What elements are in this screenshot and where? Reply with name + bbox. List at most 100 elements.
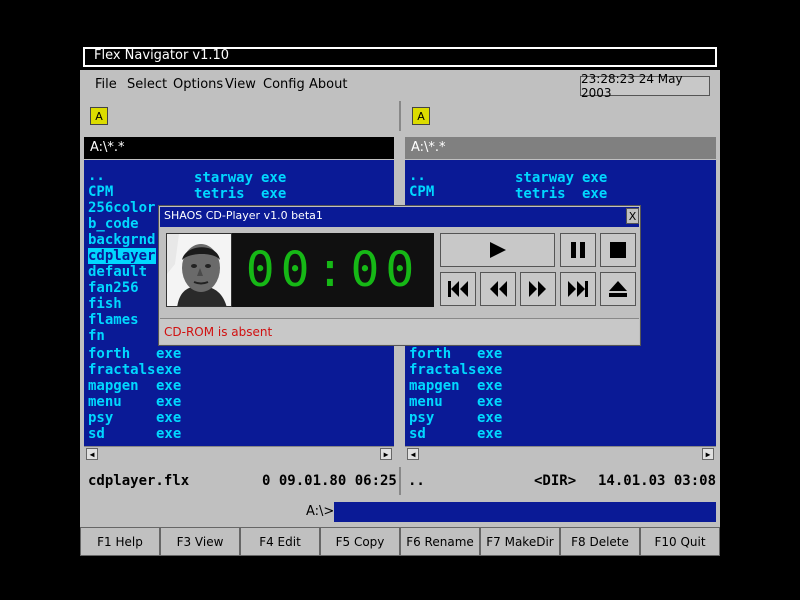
list-item-ext: exe — [156, 394, 182, 410]
pause-icon — [571, 242, 585, 258]
list-item[interactable]: default — [88, 264, 147, 280]
menu-view[interactable]: View — [225, 77, 256, 92]
list-item[interactable]: fish — [88, 296, 122, 312]
eject-icon — [609, 281, 627, 297]
stop-button[interactable] — [600, 233, 636, 267]
skip-forward-button[interactable] — [560, 272, 596, 306]
right-drive-button[interactable]: A — [412, 107, 430, 125]
list-item[interactable]: CPM — [409, 184, 434, 200]
right-drive-bar — [402, 101, 720, 131]
list-item[interactable]: psy — [88, 410, 113, 426]
status-file-info: 0 09.01.80 06:25 — [262, 473, 397, 489]
list-item[interactable]: tetris — [194, 186, 245, 202]
right-path: A:\*.* — [405, 137, 716, 159]
skip-forward-icon — [568, 281, 588, 297]
cd-player-title: SHAOS CD-Player v1.0 beta1 — [164, 209, 323, 222]
list-item[interactable]: fan256 — [88, 280, 139, 296]
list-item[interactable]: menu — [409, 394, 443, 410]
list-item[interactable]: backgrnd — [88, 232, 155, 248]
command-prompt: A:\> — [306, 504, 335, 519]
status-filename: cdplayer.flx — [88, 473, 190, 489]
list-item[interactable]: mapgen — [88, 378, 139, 394]
status-filename: .. — [408, 473, 425, 489]
eject-button[interactable] — [600, 272, 636, 306]
left-path: A:\*.* — [84, 137, 394, 159]
menu-about[interactable]: About — [309, 77, 347, 92]
list-item-ext: exe — [156, 378, 182, 394]
list-item[interactable]: menu — [88, 394, 122, 410]
skip-back-button[interactable] — [440, 272, 476, 306]
list-item-ext: exe — [156, 410, 182, 426]
menu-options[interactable]: Options — [173, 77, 223, 92]
list-item-ext: exe — [477, 346, 503, 362]
left-scrollbar[interactable]: ◀ ▶ — [84, 446, 394, 461]
list-item-ext: exe — [477, 410, 503, 426]
app-title: Flex Navigator v1.10 — [94, 48, 230, 63]
right-scrollbar[interactable]: ◀ ▶ — [405, 446, 716, 461]
f4-edit-button[interactable]: F4 Edit — [240, 527, 320, 556]
menu-config[interactable]: Config — [263, 77, 305, 92]
list-item[interactable]: .. — [409, 168, 426, 184]
list-item-ext: exe — [582, 170, 608, 186]
list-item[interactable]: mapgen — [409, 378, 460, 394]
fast-forward-button[interactable] — [520, 272, 556, 306]
scroll-right-icon[interactable]: ▶ — [702, 448, 714, 460]
list-item-ext: exe — [582, 186, 608, 202]
left-drive-button[interactable]: A — [90, 107, 108, 125]
f6-rename-button[interactable]: F6 Rename — [400, 527, 480, 556]
command-input[interactable] — [334, 502, 716, 522]
list-item-ext: exe — [156, 362, 182, 378]
rewind-icon — [490, 281, 507, 297]
list-item[interactable]: flames — [88, 312, 139, 328]
list-item[interactable]: starway — [194, 170, 253, 186]
list-item-ext: exe — [261, 186, 287, 202]
list-item[interactable]: forth — [409, 346, 451, 362]
skip-back-icon — [448, 281, 468, 297]
list-item[interactable]: CPM — [88, 184, 113, 200]
clock: 23:28:23 24 May 2003 — [580, 72, 710, 100]
list-item[interactable]: b_code — [88, 216, 139, 232]
f8-delete-button[interactable]: F8 Delete — [560, 527, 640, 556]
rewind-button[interactable] — [480, 272, 516, 306]
status-dir-tag: <DIR> — [534, 473, 577, 489]
list-item[interactable]: 256color — [88, 200, 155, 216]
list-item[interactable]: forth — [88, 346, 130, 362]
left-status: cdplayer.flx 0 09.01.80 06:25 — [80, 467, 398, 495]
f7-makedir-button[interactable]: F7 MakeDir — [480, 527, 560, 556]
list-item-ext: exe — [477, 394, 503, 410]
f1-help-button[interactable]: F1 Help — [80, 527, 160, 556]
pause-button[interactable] — [560, 233, 596, 267]
list-item[interactable]: sd — [409, 426, 426, 442]
scroll-left-icon[interactable]: ◀ — [407, 448, 419, 460]
status-file-info: 14.01.03 03:08 — [598, 473, 717, 489]
play-icon — [489, 242, 506, 258]
left-drive-bar — [80, 101, 398, 131]
function-key-bar: F1 Help F3 View F4 Edit F5 Copy F6 Renam… — [80, 527, 720, 556]
author-photo — [166, 233, 232, 307]
list-item[interactable]: fractals — [88, 362, 155, 378]
list-item-ext: exe — [156, 346, 182, 362]
list-item[interactable]: psy — [409, 410, 434, 426]
close-icon[interactable]: X — [626, 208, 639, 224]
cd-player-message: CD-ROM is absent — [160, 318, 639, 344]
scroll-left-icon[interactable]: ◀ — [86, 448, 98, 460]
menu-file[interactable]: File — [95, 77, 117, 92]
list-item[interactable]: .. — [88, 168, 105, 184]
stop-icon — [610, 242, 626, 258]
play-button[interactable] — [440, 233, 555, 267]
list-item[interactable]: fractals — [409, 362, 476, 378]
list-item-ext: exe — [261, 170, 287, 186]
f10-quit-button[interactable]: F10 Quit — [640, 527, 720, 556]
f3-view-button[interactable]: F3 View — [160, 527, 240, 556]
list-item-selected[interactable]: cdplayer — [88, 248, 156, 264]
menu-select[interactable]: Select — [127, 77, 167, 92]
list-item[interactable]: starway — [515, 170, 574, 186]
f5-copy-button[interactable]: F5 Copy — [320, 527, 400, 556]
list-item-ext: exe — [477, 362, 503, 378]
list-item-ext: exe — [477, 426, 503, 442]
scroll-right-icon[interactable]: ▶ — [380, 448, 392, 460]
right-status: .. <DIR> 14.01.03 03:08 — [402, 467, 720, 495]
list-item[interactable]: fn — [88, 328, 105, 344]
list-item[interactable]: tetris — [515, 186, 566, 202]
list-item[interactable]: sd — [88, 426, 105, 442]
